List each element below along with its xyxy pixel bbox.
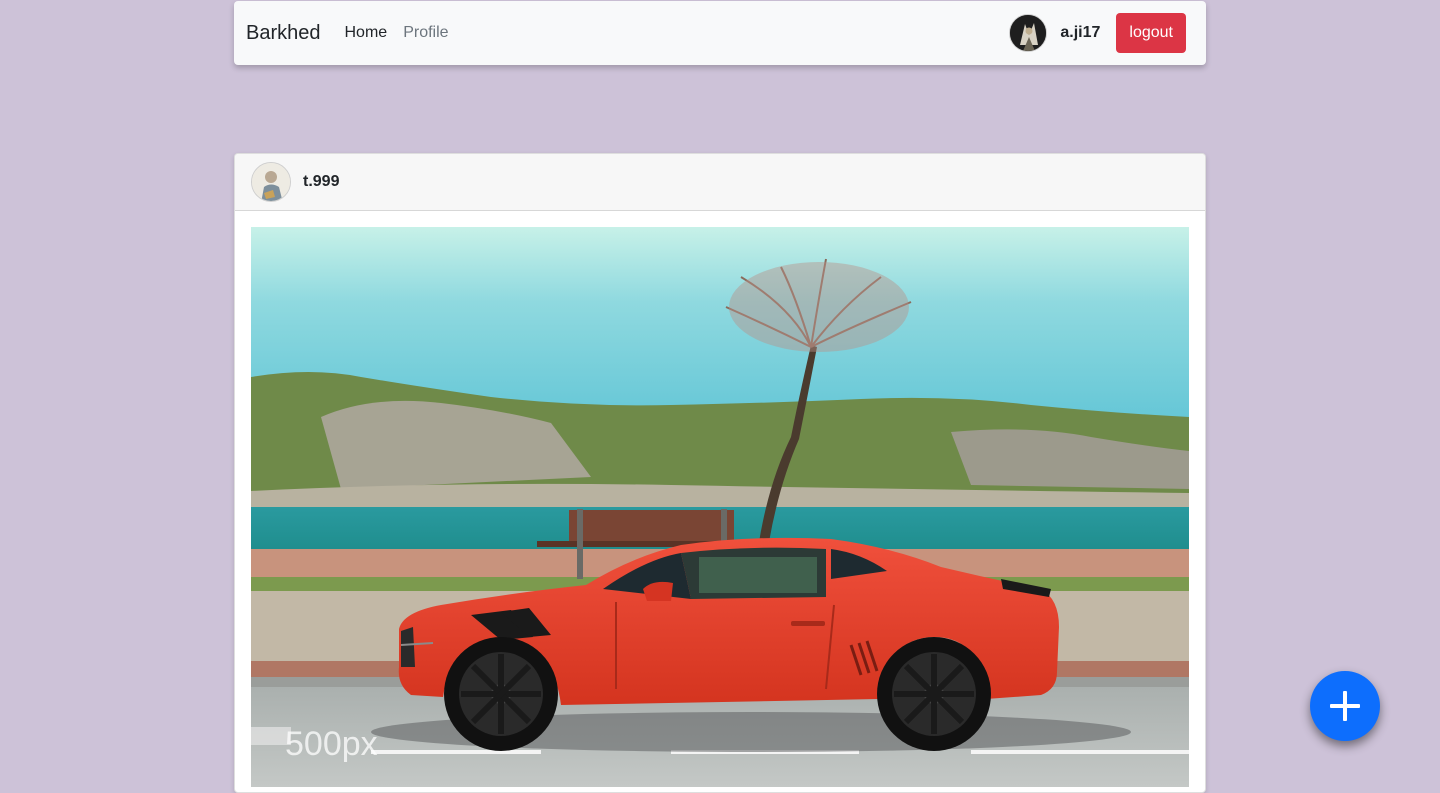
post-image[interactable]: 500px bbox=[251, 227, 1189, 787]
logout-button[interactable]: logout bbox=[1116, 13, 1186, 53]
post-author-avatar-image bbox=[252, 163, 290, 201]
nav-link-profile[interactable]: Profile bbox=[403, 24, 448, 42]
plus-icon bbox=[1330, 691, 1360, 721]
user-avatar[interactable] bbox=[1009, 14, 1048, 52]
nav-link-home[interactable]: Home bbox=[345, 24, 388, 42]
post-author-avatar[interactable] bbox=[251, 162, 291, 202]
post-author-username[interactable]: t.999 bbox=[303, 173, 339, 191]
add-post-button[interactable] bbox=[1310, 671, 1380, 741]
user-avatar-image bbox=[1010, 15, 1047, 51]
brand-logo[interactable]: Barkhed bbox=[246, 22, 321, 45]
post-card: t.999 500px bbox=[234, 153, 1206, 793]
post-header: t.999 bbox=[235, 154, 1205, 211]
photo-watermark: 500px bbox=[285, 725, 378, 763]
top-navbar: Barkhed Home Profile a.ji17 logout bbox=[234, 1, 1206, 65]
current-username[interactable]: a.ji17 bbox=[1060, 24, 1100, 42]
post-photo: 500px bbox=[251, 227, 1189, 787]
